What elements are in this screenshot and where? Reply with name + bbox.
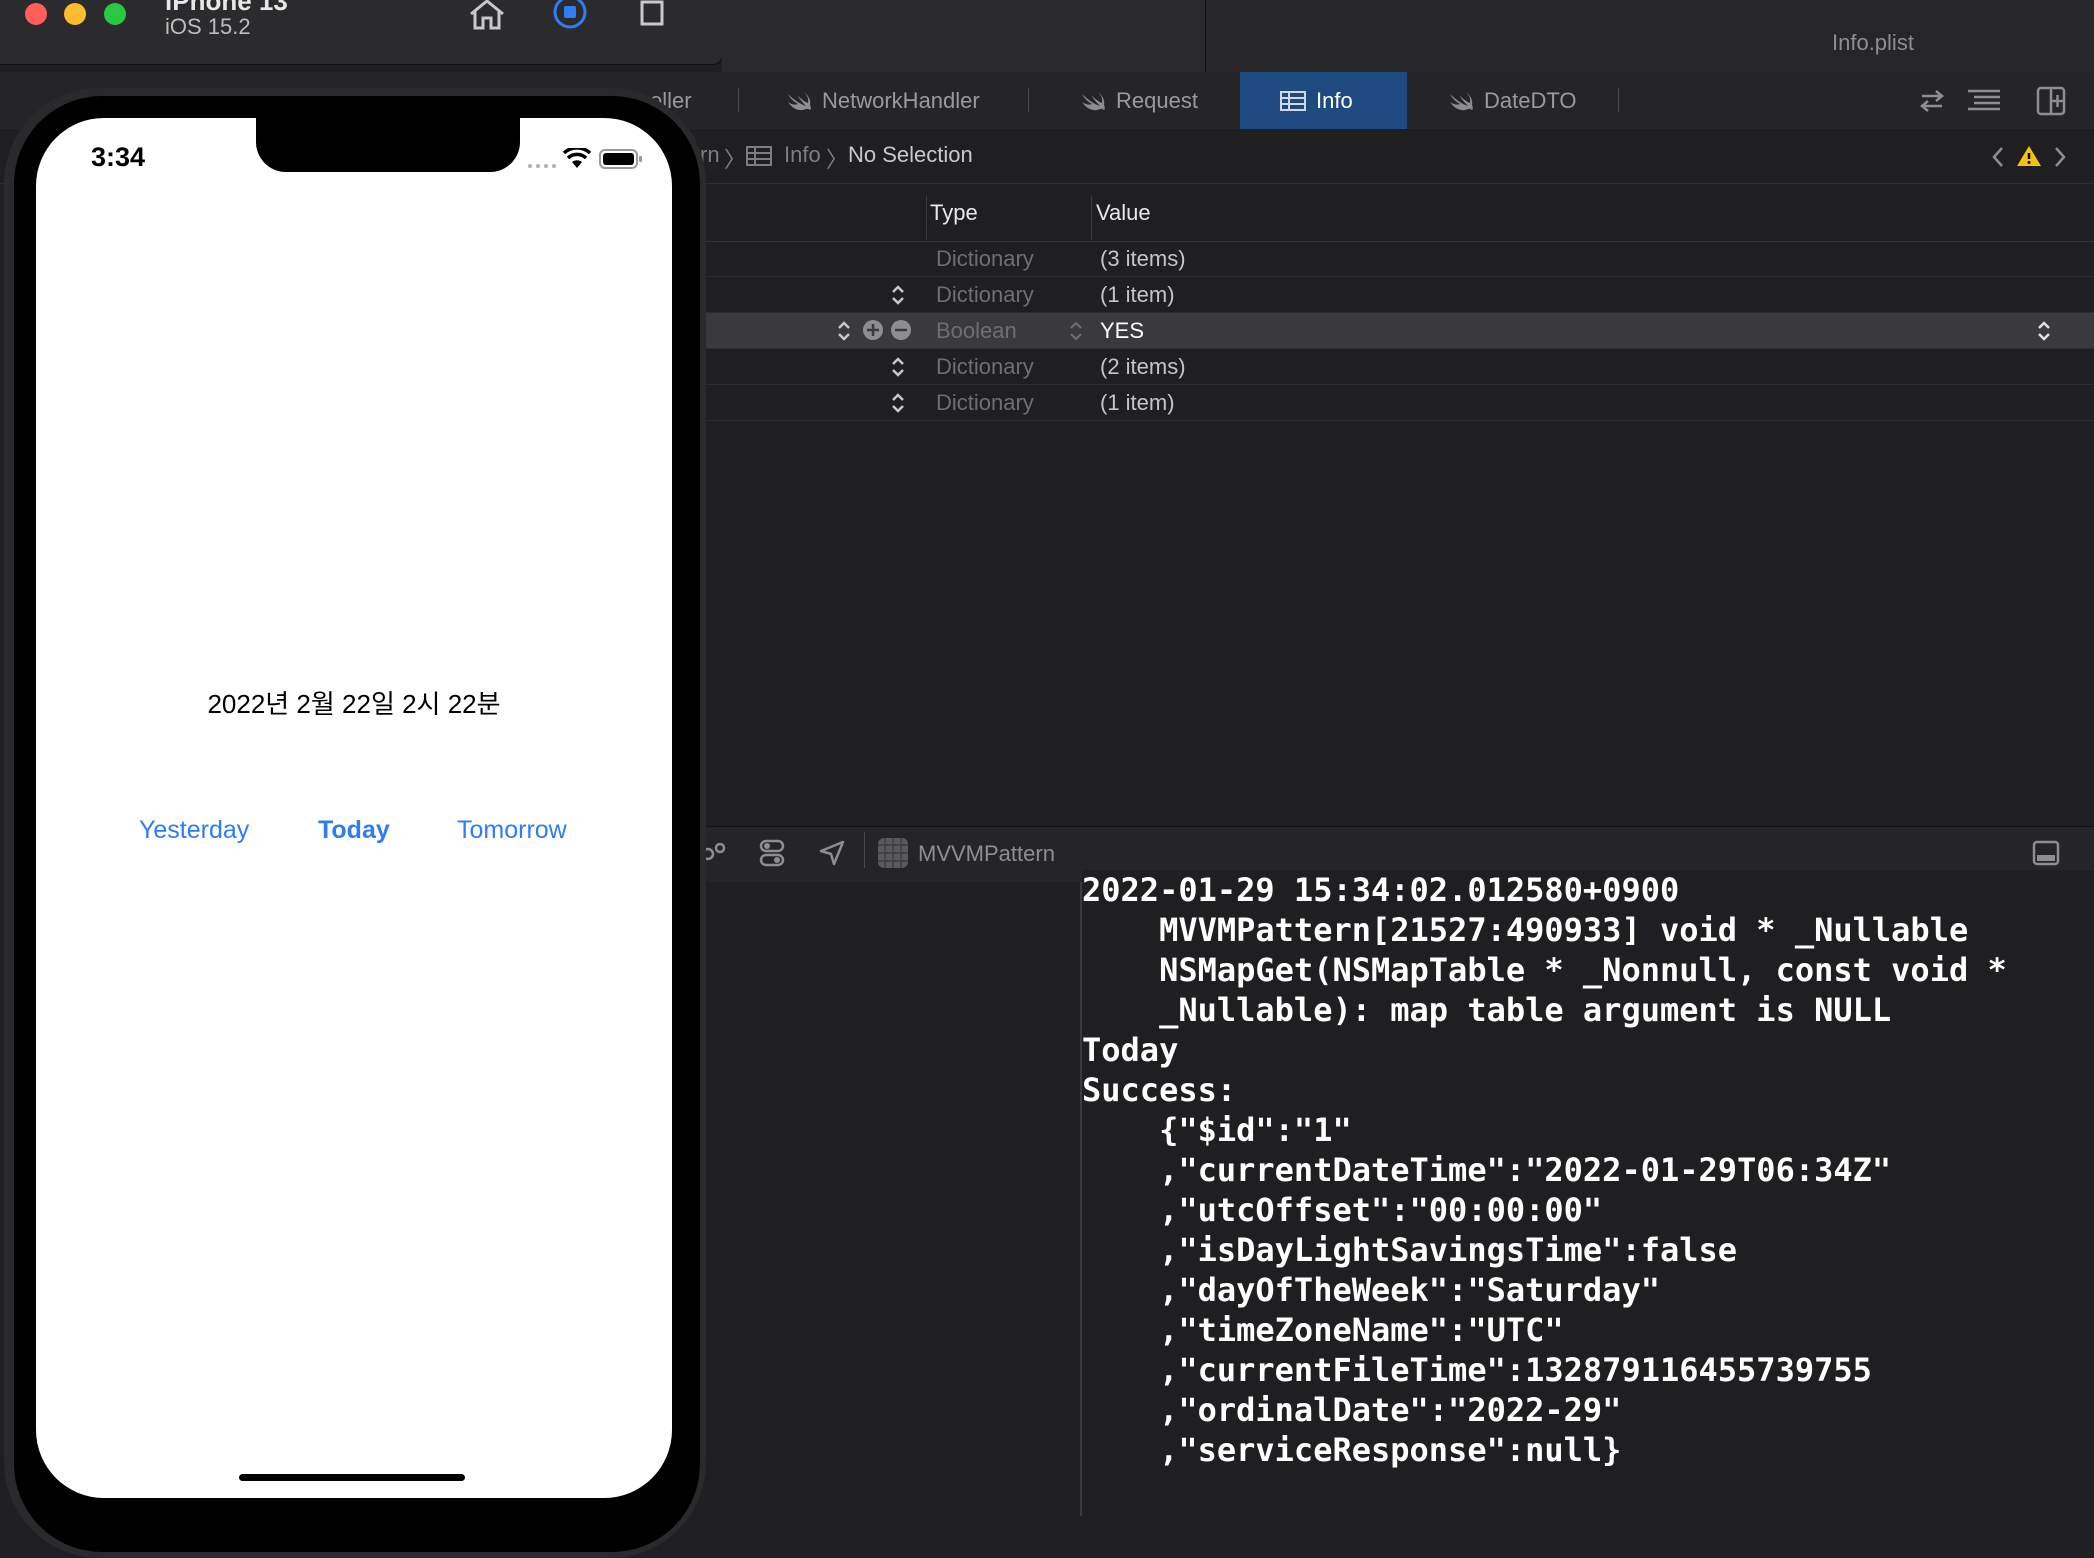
tomorrow-button[interactable]: Tomorrow xyxy=(457,816,567,845)
plist-row[interactable]: Dictionary (3 items) xyxy=(700,241,2094,277)
tab-datedto[interactable]: DateDTO xyxy=(1448,72,1577,129)
chevron-left-icon[interactable] xyxy=(1990,145,2006,169)
toolbar-strip xyxy=(722,0,1205,73)
row-type: Dictionary xyxy=(936,246,1034,271)
editor-options-icon[interactable] xyxy=(1966,88,2002,114)
row-type: Dictionary xyxy=(936,390,1034,415)
tab-label: DateDTO xyxy=(1484,87,1577,113)
chevron-right-icon: 〉 xyxy=(826,147,849,172)
tab-divider xyxy=(738,88,739,112)
yesterday-button[interactable]: Yesterday xyxy=(139,816,249,845)
console-output[interactable]: 2022-01-29 15:34:02.012580+0900 MVVMPatt… xyxy=(1082,870,2094,1516)
variables-pane xyxy=(700,882,1082,1516)
remove-row-icon[interactable] xyxy=(890,319,912,341)
plist-header xyxy=(700,184,2094,242)
battery-icon xyxy=(599,149,643,169)
tab-divider xyxy=(1618,88,1619,112)
notch xyxy=(256,118,520,172)
plist-row[interactable]: Dictionary (1 item) xyxy=(700,385,2094,421)
row-value: (2 items) xyxy=(1100,354,1186,379)
column-divider[interactable] xyxy=(926,196,927,240)
console-text: 2022-01-29 15:34:02.012580+0900 MVVMPatt… xyxy=(1082,871,2007,1469)
file-title: Info.plist xyxy=(1832,30,1914,55)
tab-request[interactable]: Request xyxy=(1080,72,1198,129)
screenshot-icon[interactable] xyxy=(552,0,588,30)
stepper-icon[interactable] xyxy=(890,355,906,379)
iphone-screen[interactable]: 3:34 2022년 2월 22일 2시 22분 Yesterday Today… xyxy=(36,118,672,1498)
warning-icon[interactable] xyxy=(2016,144,2042,168)
chevron-right-icon[interactable] xyxy=(2052,145,2068,169)
value-stepper-icon[interactable] xyxy=(2036,319,2052,343)
breadcrumb-file[interactable]: Info xyxy=(784,142,821,168)
home-icon[interactable] xyxy=(467,0,507,30)
value-column-header[interactable]: Value xyxy=(1096,200,1151,226)
toolbar-divider xyxy=(864,832,865,868)
breadcrumb-current[interactable]: No Selection xyxy=(848,142,973,168)
row-type: Dictionary xyxy=(936,354,1034,379)
plist-grid-icon xyxy=(1280,90,1306,111)
split-editor-icon[interactable] xyxy=(2036,86,2066,116)
wifi-icon xyxy=(563,148,591,170)
row-value: (1 item) xyxy=(1100,282,1175,307)
os-version: iOS 15.2 xyxy=(165,14,251,39)
status-bar-time: 3:34 xyxy=(91,142,146,172)
location-arrow-icon[interactable] xyxy=(818,839,846,867)
minimize-window-button[interactable] xyxy=(64,3,86,25)
rotate-icon[interactable] xyxy=(636,0,668,28)
scheme-name[interactable]: MVVMPattern xyxy=(918,841,1055,867)
tab-info[interactable]: Info xyxy=(1240,72,1407,129)
swift-file-icon xyxy=(1448,90,1474,112)
column-divider[interactable] xyxy=(1091,196,1092,240)
file-title-bar xyxy=(1205,0,2094,73)
cellular-signal-icon xyxy=(527,162,557,170)
date-label: 2022년 2월 22일 2시 22분 xyxy=(207,689,501,719)
tab-label: NetworkHandler xyxy=(822,87,980,113)
add-row-icon[interactable] xyxy=(862,319,884,341)
chevron-right-icon: 〉 xyxy=(724,147,747,172)
stepper-icon[interactable] xyxy=(836,319,852,343)
plist-grid-icon xyxy=(746,146,772,166)
row-value: (3 items) xyxy=(1100,246,1186,271)
stepper-icon[interactable] xyxy=(890,391,906,415)
home-indicator[interactable] xyxy=(239,1474,465,1481)
tab-label: Request xyxy=(1116,87,1198,113)
related-items-icon[interactable] xyxy=(1918,88,1946,114)
type-column-header[interactable]: Type xyxy=(930,200,978,226)
close-window-button[interactable] xyxy=(25,3,47,25)
swift-file-icon xyxy=(1080,90,1106,112)
today-button[interactable]: Today xyxy=(318,816,390,845)
tab-label: Info xyxy=(1316,87,1353,113)
tab-divider xyxy=(1028,88,1029,112)
swift-file-icon xyxy=(786,90,812,112)
zoom-window-button[interactable] xyxy=(104,3,126,25)
plist-row[interactable]: Dictionary (2 items) xyxy=(700,349,2094,385)
type-stepper-icon[interactable] xyxy=(1068,319,1084,343)
plist-row-selected[interactable]: Boolean YES xyxy=(700,313,2094,349)
row-type[interactable]: Boolean xyxy=(936,318,1017,344)
hide-debug-area-icon[interactable] xyxy=(2032,840,2060,866)
environment-overrides-icon[interactable] xyxy=(758,838,786,868)
tab-networkhandler[interactable]: NetworkHandler xyxy=(786,72,980,129)
row-value: (1 item) xyxy=(1100,390,1175,415)
row-value[interactable]: YES xyxy=(1100,318,1144,344)
row-type: Dictionary xyxy=(936,282,1034,307)
plist-row[interactable]: Dictionary (1 item) xyxy=(700,277,2094,313)
stepper-icon[interactable] xyxy=(890,283,906,307)
app-icon xyxy=(878,838,908,868)
